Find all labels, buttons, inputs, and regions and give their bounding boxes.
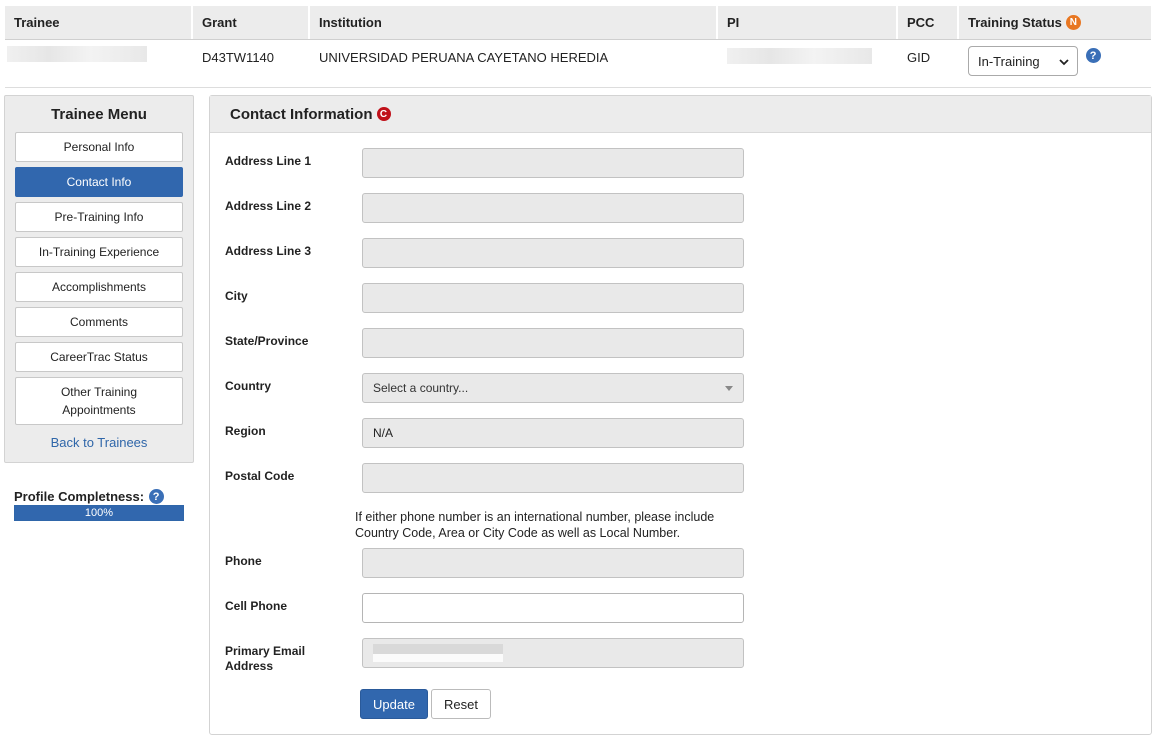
country-select-value: Select a country...: [373, 381, 469, 395]
address-line-3-label: Address Line 3: [225, 244, 312, 258]
update-button[interactable]: Update: [360, 689, 428, 719]
header-pcc[interactable]: PCC: [896, 6, 957, 39]
header-institution[interactable]: Institution: [308, 6, 716, 39]
profile-completeness: Profile Completness: ?: [14, 489, 164, 504]
state-province-field[interactable]: [362, 328, 744, 358]
cell-phone-label: Cell Phone: [225, 599, 288, 613]
chevron-down-icon: [1059, 54, 1069, 69]
trainee-menu-title: Trainee Menu: [51, 106, 147, 123]
phone-label: Phone: [225, 554, 262, 568]
sidebar-item-comments[interactable]: Comments: [15, 307, 183, 337]
sidebar-item-personal-info[interactable]: Personal Info: [15, 132, 183, 162]
caret-down-icon: [725, 385, 733, 391]
cell-institution: UNIVERSIDAD PERUANA CAYETANO HEREDIA: [319, 50, 609, 65]
completeness-help-icon[interactable]: ?: [148, 489, 164, 504]
redacted-email: [373, 644, 503, 662]
cell-pcc: GID: [907, 50, 931, 65]
header-training-status-label: Training Status: [968, 15, 1062, 30]
postal-code-field[interactable]: [362, 463, 744, 493]
address-line-3-field[interactable]: [362, 238, 744, 268]
region-field[interactable]: N/A: [362, 418, 744, 448]
profile-completeness-label: Profile Completness:: [14, 489, 145, 504]
header-pi[interactable]: PI: [716, 6, 896, 39]
address-line-2-label: Address Line 2: [225, 199, 312, 213]
new-badge-icon: N: [1065, 15, 1081, 30]
header-grant[interactable]: Grant: [191, 6, 308, 39]
sidebar-item-pre-training-info[interactable]: Pre-Training Info: [15, 202, 183, 232]
completeness-progress-bar: 100%: [14, 505, 184, 521]
help-icon[interactable]: ?: [1085, 48, 1101, 63]
sidebar-item-in-training-experience[interactable]: In-Training Experience: [15, 237, 183, 267]
region-label: Region: [225, 424, 266, 438]
address-line-1-field[interactable]: [362, 148, 744, 178]
state-province-label: State/Province: [225, 334, 309, 348]
address-line-2-field[interactable]: [362, 193, 744, 223]
cell-pi: [716, 40, 896, 87]
table-row: D43TW1140 UNIVERSIDAD PERUANA CAYETANO H…: [5, 40, 1151, 88]
phone-instructions: If either phone number is an internation…: [355, 510, 715, 540]
cell-training-status: In-Training ?: [957, 40, 1151, 87]
completeness-progress-fill: 100%: [15, 506, 183, 520]
copyright-badge-icon: C: [376, 107, 391, 121]
country-label: Country: [225, 379, 271, 393]
sidebar-item-careertrac-status[interactable]: CareerTrac Status: [15, 342, 183, 372]
contact-information-panel: Contact Information C Address Line 1 Add…: [209, 95, 1152, 735]
primary-email-field[interactable]: [362, 638, 744, 668]
sidebar-item-other-training-appointments[interactable]: Other Training Appointments: [15, 377, 183, 425]
city-label: City: [225, 289, 248, 303]
sidebar-item-accomplishments[interactable]: Accomplishments: [15, 272, 183, 302]
header-training-status[interactable]: Training Status N: [957, 6, 1151, 39]
cell-phone-field[interactable]: [362, 593, 744, 623]
reset-button[interactable]: Reset: [431, 689, 491, 719]
country-select[interactable]: Select a country...: [362, 373, 744, 403]
training-status-value: In-Training: [978, 53, 1040, 69]
address-line-1-label: Address Line 1: [225, 154, 312, 168]
trainee-table: Trainee Grant Institution PI PCC Trainin…: [5, 6, 1151, 88]
postal-code-label: Postal Code: [225, 469, 295, 483]
phone-field[interactable]: [362, 548, 744, 578]
cell-grant: D43TW1140: [202, 50, 275, 65]
trainee-menu: Trainee Menu Personal Info Contact Info …: [4, 95, 194, 463]
primary-email-label: Primary Email Address: [225, 644, 306, 673]
table-header-row: Trainee Grant Institution PI PCC Trainin…: [5, 6, 1151, 40]
panel-header: Contact Information C: [210, 96, 1151, 133]
city-field[interactable]: [362, 283, 744, 313]
header-trainee[interactable]: Trainee: [5, 6, 191, 39]
redacted-pi-name: [727, 48, 872, 64]
training-status-select[interactable]: In-Training: [968, 46, 1078, 76]
panel-title: Contact Information: [230, 105, 373, 123]
back-to-trainees-link[interactable]: Back to Trainees: [5, 435, 193, 450]
cell-trainee: [5, 40, 191, 87]
redacted-trainee-name: [7, 46, 147, 62]
sidebar-item-contact-info[interactable]: Contact Info: [15, 167, 183, 197]
